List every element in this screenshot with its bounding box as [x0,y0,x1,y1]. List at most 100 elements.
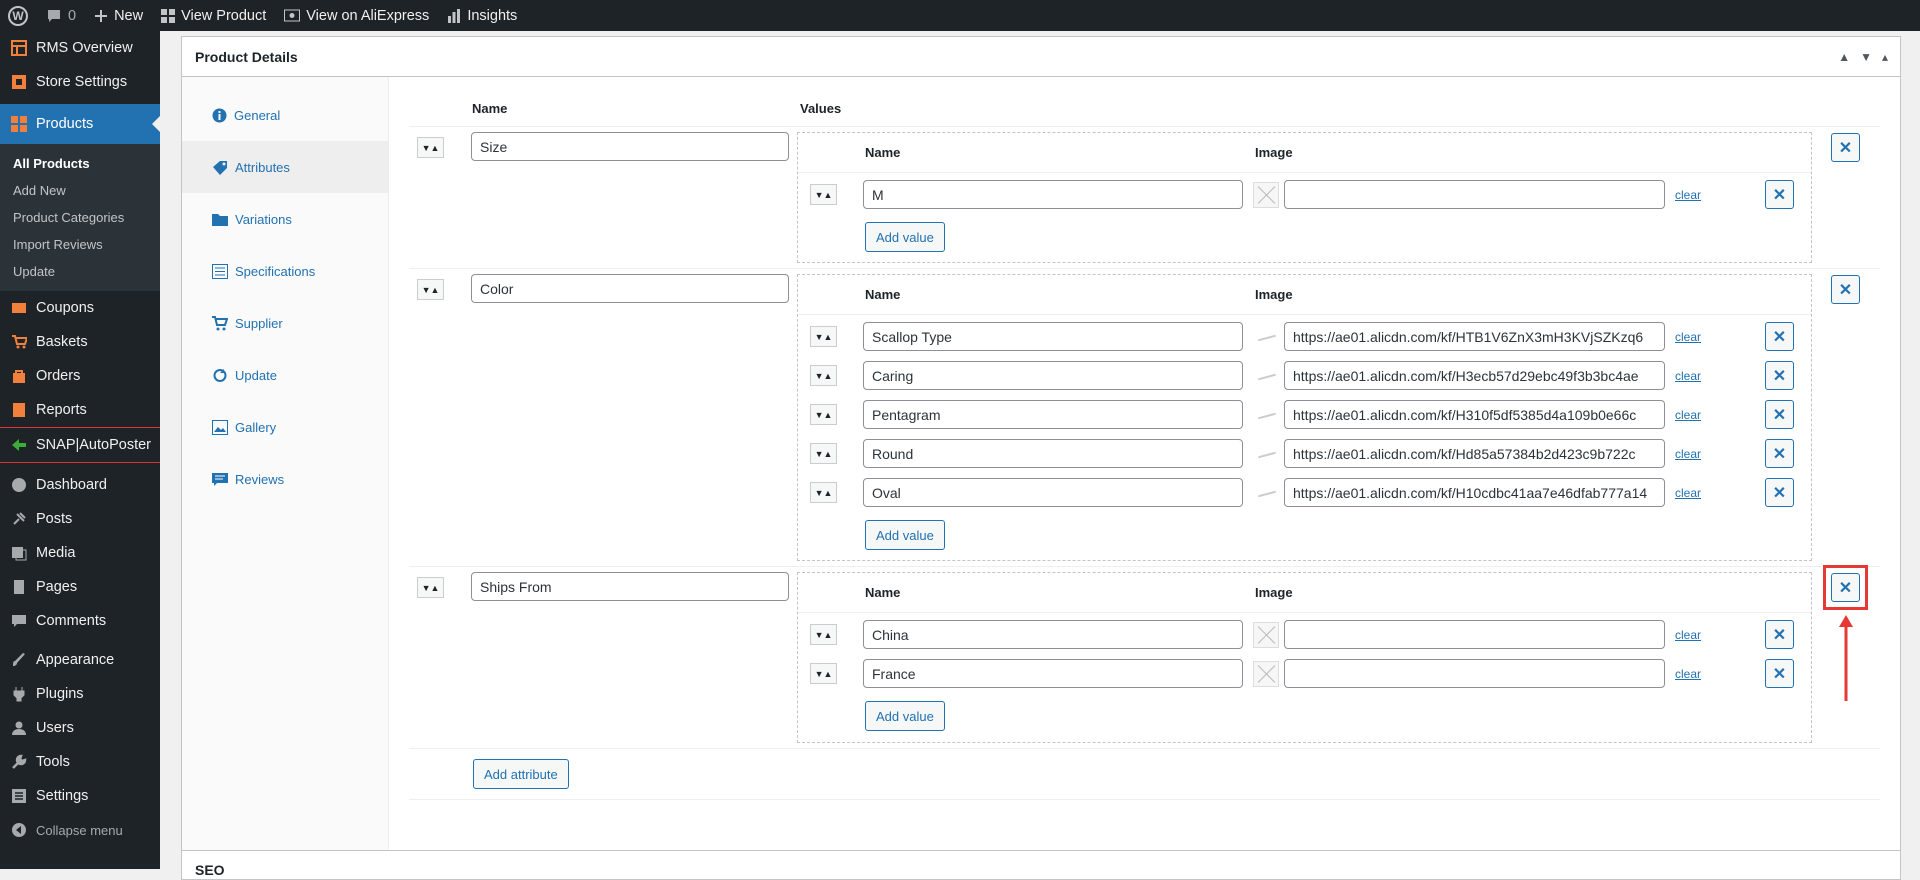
menu-store-settings[interactable]: Store Settings [0,65,160,99]
sort-handle-icon[interactable]: ▼▲ [810,443,837,464]
collapse-menu[interactable]: Collapse menu [0,813,160,847]
image-thumbnail-icon[interactable] [1253,401,1279,428]
clear-link[interactable]: clear [1675,628,1765,642]
tab-specifications[interactable]: Specifications [182,245,388,297]
submenu-all-products[interactable]: All Products [0,150,160,177]
menu-plugins[interactable]: Plugins [0,677,160,711]
menu-orders[interactable]: Orders [0,359,160,393]
sort-handle-icon[interactable]: ▼▲ [417,137,444,158]
image-thumbnail-icon[interactable] [1253,479,1279,506]
submenu-product-categories[interactable]: Product Categories [0,204,160,231]
attribute-name-input[interactable]: Size [471,132,789,161]
value-name-input[interactable]: Round [863,439,1243,468]
menu-users[interactable]: Users [0,711,160,745]
image-placeholder-icon[interactable] [1253,660,1279,687]
submenu-import-reviews[interactable]: Import Reviews [0,231,160,258]
value-image-url-input[interactable] [1284,180,1665,209]
tab-gallery[interactable]: Gallery [182,401,388,453]
remove-value-button[interactable]: ✕ [1765,361,1794,390]
remove-attribute-button[interactable]: ✕ [1831,275,1860,304]
wordpress-logo-icon[interactable]: W [8,5,28,26]
menu-settings[interactable]: Settings [0,779,160,813]
tab-variations[interactable]: Variations [182,193,388,245]
value-name-input[interactable]: Oval [863,478,1243,507]
clear-link[interactable]: clear [1675,447,1765,461]
value-name-input[interactable]: M [863,180,1243,209]
menu-appearance[interactable]: Appearance [0,643,160,677]
sort-handle-icon[interactable]: ▼▲ [810,663,837,684]
tab-attributes[interactable]: Attributes [182,141,388,193]
tab-supplier[interactable]: Supplier [182,297,388,349]
value-name-input[interactable]: France [863,659,1243,688]
remove-value-button[interactable]: ✕ [1765,439,1794,468]
value-name-input[interactable]: Caring [863,361,1243,390]
submenu-add-new[interactable]: Add New [0,177,160,204]
value-name-input[interactable]: Pentagram [863,400,1243,429]
tab-reviews[interactable]: Reviews [182,453,388,505]
menu-rms-overview[interactable]: RMS Overview [0,31,160,65]
clear-link[interactable]: clear [1675,486,1765,500]
view-aliexpress-link[interactable]: View on AliExpress [284,8,429,24]
view-product-link[interactable]: View Product [161,8,266,24]
sort-handle-icon[interactable]: ▼▲ [810,184,837,205]
remove-value-button[interactable]: ✕ [1765,620,1794,649]
remove-value-button[interactable]: ✕ [1765,400,1794,429]
attribute-name-input[interactable]: Ships From [471,572,789,601]
new-link[interactable]: New [94,8,143,24]
menu-products[interactable]: Products [0,104,160,144]
value-name-input[interactable]: China [863,620,1243,649]
sort-handle-icon[interactable]: ▼▲ [810,482,837,503]
tab-general[interactable]: General [182,89,388,141]
add-value-button[interactable]: Add value [865,701,945,731]
sort-handle-icon[interactable]: ▼▲ [417,577,444,598]
value-image-url-input[interactable]: https://ae01.alicdn.com/kf/H10cdbc41aa7e… [1284,478,1665,507]
image-placeholder-icon[interactable] [1253,621,1279,648]
insights-link[interactable]: Insights [447,8,517,24]
clear-link[interactable]: clear [1675,188,1765,202]
image-thumbnail-icon[interactable] [1253,323,1279,350]
add-value-button[interactable]: Add value [865,520,945,550]
collapse-toggle-icon[interactable]: ▴ [1882,50,1888,64]
add-attribute-button[interactable]: Add attribute [473,759,569,789]
image-thumbnail-icon[interactable] [1253,362,1279,389]
clear-link[interactable]: clear [1675,369,1765,383]
submenu-update[interactable]: Update [0,258,160,285]
menu-coupons[interactable]: Coupons [0,291,160,325]
attribute-name-input[interactable]: Color [471,274,789,303]
move-up-icon[interactable]: ▲ [1838,50,1850,64]
menu-snap-autoposter[interactable]: SNAP|AutoPoster [0,428,160,462]
remove-value-button[interactable]: ✕ [1765,322,1794,351]
value-image-url-input[interactable] [1284,659,1665,688]
remove-value-button[interactable]: ✕ [1765,180,1794,209]
sort-handle-icon[interactable]: ▼▲ [810,624,837,645]
tab-update[interactable]: Update [182,349,388,401]
clear-link[interactable]: clear [1675,408,1765,422]
sort-handle-icon[interactable]: ▼▲ [417,279,444,300]
menu-posts[interactable]: Posts [0,502,160,536]
clear-link[interactable]: clear [1675,667,1765,681]
sort-handle-icon[interactable]: ▼▲ [810,404,837,425]
image-thumbnail-icon[interactable] [1253,440,1279,467]
menu-dashboard[interactable]: Dashboard [0,468,160,502]
remove-attribute-button[interactable]: ✕ [1831,133,1860,162]
value-name-input[interactable]: Scallop Type [863,322,1243,351]
value-image-url-input[interactable]: https://ae01.alicdn.com/kf/H3ecb57d29ebc… [1284,361,1665,390]
menu-tools[interactable]: Tools [0,745,160,779]
comments-link[interactable]: 0 [46,8,76,24]
remove-value-button[interactable]: ✕ [1765,478,1794,507]
move-down-icon[interactable]: ▼ [1860,50,1872,64]
menu-pages[interactable]: Pages [0,570,160,604]
add-value-button[interactable]: Add value [865,222,945,252]
value-image-url-input[interactable]: https://ae01.alicdn.com/kf/H310f5df5385d… [1284,400,1665,429]
menu-media[interactable]: Media [0,536,160,570]
image-placeholder-icon[interactable] [1253,181,1279,208]
clear-link[interactable]: clear [1675,330,1765,344]
remove-value-button[interactable]: ✕ [1765,659,1794,688]
value-image-url-input[interactable] [1284,620,1665,649]
menu-comments[interactable]: Comments [0,604,160,638]
value-image-url-input[interactable]: https://ae01.alicdn.com/kf/Hd85a57384b2d… [1284,439,1665,468]
value-image-url-input[interactable]: https://ae01.alicdn.com/kf/HTB1V6ZnX3mH3… [1284,322,1665,351]
sort-handle-icon[interactable]: ▼▲ [810,326,837,347]
menu-reports[interactable]: Reports [0,393,160,427]
menu-baskets[interactable]: Baskets [0,325,160,359]
